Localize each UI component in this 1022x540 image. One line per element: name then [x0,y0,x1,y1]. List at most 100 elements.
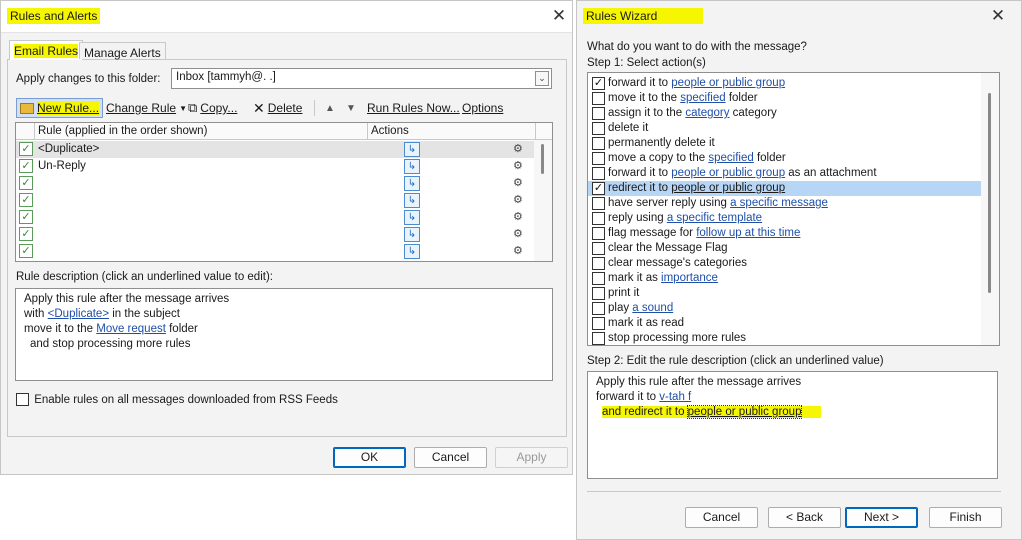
action-list-scrollbar[interactable] [981,73,999,345]
action-link[interactable]: follow up at this time [696,227,800,239]
rule-enabled-checkbox[interactable]: ✓ [19,176,33,190]
ok-button[interactable]: OK [333,447,406,468]
wizard-cancel-button[interactable]: Cancel [685,507,758,528]
finish-button[interactable]: Finish [929,507,1002,528]
rule-options-icon[interactable]: ⚙ [513,227,525,242]
action-item[interactable]: reply using a specific template [588,211,981,226]
action-checkbox[interactable] [592,272,605,285]
action-checkbox[interactable] [592,167,605,180]
action-link[interactable]: a specific template [667,212,762,224]
scroll-thumb[interactable] [988,93,991,293]
action-item[interactable]: forward it to people or public group as … [588,166,981,181]
rule-enabled-checkbox[interactable]: ✓ [19,227,33,241]
action-item[interactable]: print it [588,286,981,301]
redirect-recipient-link[interactable]: people or public group [686,405,803,419]
col-actions[interactable]: Actions [371,125,409,137]
action-checkbox[interactable] [592,317,605,330]
rule-enabled-checkbox[interactable]: ✓ [19,244,33,258]
action-link[interactable]: a sound [632,302,673,314]
rule-enabled-checkbox[interactable]: ✓ [19,210,33,224]
action-link[interactable]: specified [680,92,725,104]
action-item[interactable]: permanently delete it [588,136,981,151]
tab-email-rules[interactable]: Email Rules [9,40,84,60]
rule-options-icon[interactable]: ⚙ [513,210,525,225]
rule-enabled-checkbox[interactable]: ✓ [19,193,33,207]
action-link[interactable]: specified [708,152,753,164]
back-button[interactable]: < Back [768,507,841,528]
move-down-button[interactable]: ▼ [346,98,356,118]
scroll-thumb[interactable] [541,144,544,174]
action-item[interactable]: ✓ forward it to people or public group [588,76,981,91]
options-button[interactable]: Options [462,98,503,118]
action-link[interactable]: importance [661,272,718,284]
action-checkbox[interactable] [592,152,605,165]
action-checkbox[interactable] [592,332,605,345]
table-row[interactable]: ✓ ↳ ⚙ [16,209,534,226]
close-icon[interactable]: ✕ [546,5,572,27]
chevron-down-icon[interactable]: ⌄ [535,71,549,86]
action-item[interactable]: move a copy to the specified folder [588,151,981,166]
move-request-link[interactable]: Move request [96,323,166,335]
new-rule-button[interactable]: New Rule... [16,98,104,118]
duplicate-link[interactable]: <Duplicate> [48,308,109,320]
action-checkbox[interactable] [592,197,605,210]
action-checkbox[interactable] [592,227,605,240]
action-item[interactable]: assign it to the category category [588,106,981,121]
action-item[interactable]: ✓ redirect it to people or public group [588,181,981,196]
rule-enabled-checkbox[interactable]: ✓ [19,159,33,173]
change-rule-button[interactable]: Change Rule ▼ [106,98,187,118]
rule-options-icon[interactable]: ⚙ [513,159,525,174]
action-checkbox[interactable] [592,257,605,270]
run-rules-now-button[interactable]: Run Rules Now... [367,98,460,118]
action-checkbox[interactable] [592,287,605,300]
action-checkbox[interactable] [592,242,605,255]
action-checkbox[interactable] [592,92,605,105]
action-item[interactable]: flag message for follow up at this time [588,226,981,241]
move-up-button[interactable]: ▲ [325,98,335,118]
table-row[interactable]: ✓ ↳ ⚙ [16,192,534,209]
action-link[interactable]: people or public group [671,77,785,89]
action-checkbox[interactable] [592,137,605,150]
action-link[interactable]: a specific message [730,197,828,209]
apply-button[interactable]: Apply [495,447,568,468]
action-link[interactable]: people or public group [671,167,785,179]
copy-button[interactable]: ⧉ Copy... [188,98,237,118]
action-item[interactable]: clear message's categories [588,256,981,271]
cancel-button[interactable]: Cancel [414,447,487,468]
table-row[interactable]: ✓ ↳ ⚙ [16,226,534,243]
rule-options-icon[interactable]: ⚙ [513,193,525,208]
action-item[interactable]: have server reply using a specific messa… [588,196,981,211]
close-icon[interactable]: ✕ [985,5,1011,27]
action-item[interactable]: play a sound [588,301,981,316]
action-item[interactable]: mark it as read [588,316,981,331]
rss-rules-checkbox-row[interactable]: Enable rules on all messages downloaded … [16,393,338,406]
action-link[interactable]: people or public group [671,182,785,194]
action-item[interactable]: clear the Message Flag [588,241,981,256]
rss-rules-checkbox[interactable] [16,393,29,406]
col-rule[interactable]: Rule (applied in the order shown) [38,125,207,137]
action-checkbox[interactable] [592,122,605,135]
action-item[interactable]: stop processing more rules [588,331,981,345]
rule-enabled-checkbox[interactable]: ✓ [19,142,33,156]
next-button[interactable]: Next > [845,507,918,528]
action-checkbox[interactable]: ✓ [592,182,605,195]
action-checkbox[interactable] [592,302,605,315]
rules-scrollbar[interactable] [534,140,552,261]
rule-options-icon[interactable]: ⚙ [513,244,525,259]
table-row[interactable]: ✓ Un-Reply ↳ ⚙ [16,158,534,175]
delete-button[interactable]: ✕ Delete [253,98,302,118]
forward-recipient-link[interactable]: v-tah f [659,390,784,405]
action-item[interactable]: move it to the specified folder [588,91,981,106]
folder-select[interactable]: Inbox [tammyh@. .] ⌄ [171,68,552,89]
rule-options-icon[interactable]: ⚙ [513,176,525,191]
table-row[interactable]: ✓ ↳ ⚙ [16,175,534,192]
action-item[interactable]: delete it [588,121,981,136]
action-checkbox[interactable] [592,107,605,120]
action-checkbox[interactable] [592,212,605,225]
action-item[interactable]: mark it as importance [588,271,981,286]
tab-manage-alerts[interactable]: Manage Alerts [79,42,166,60]
action-link[interactable]: category [685,107,729,119]
action-checkbox[interactable]: ✓ [592,77,605,90]
rule-options-icon[interactable]: ⚙ [513,142,525,157]
table-row[interactable]: ✓ <Duplicate> ↳ ⚙ [16,141,534,158]
